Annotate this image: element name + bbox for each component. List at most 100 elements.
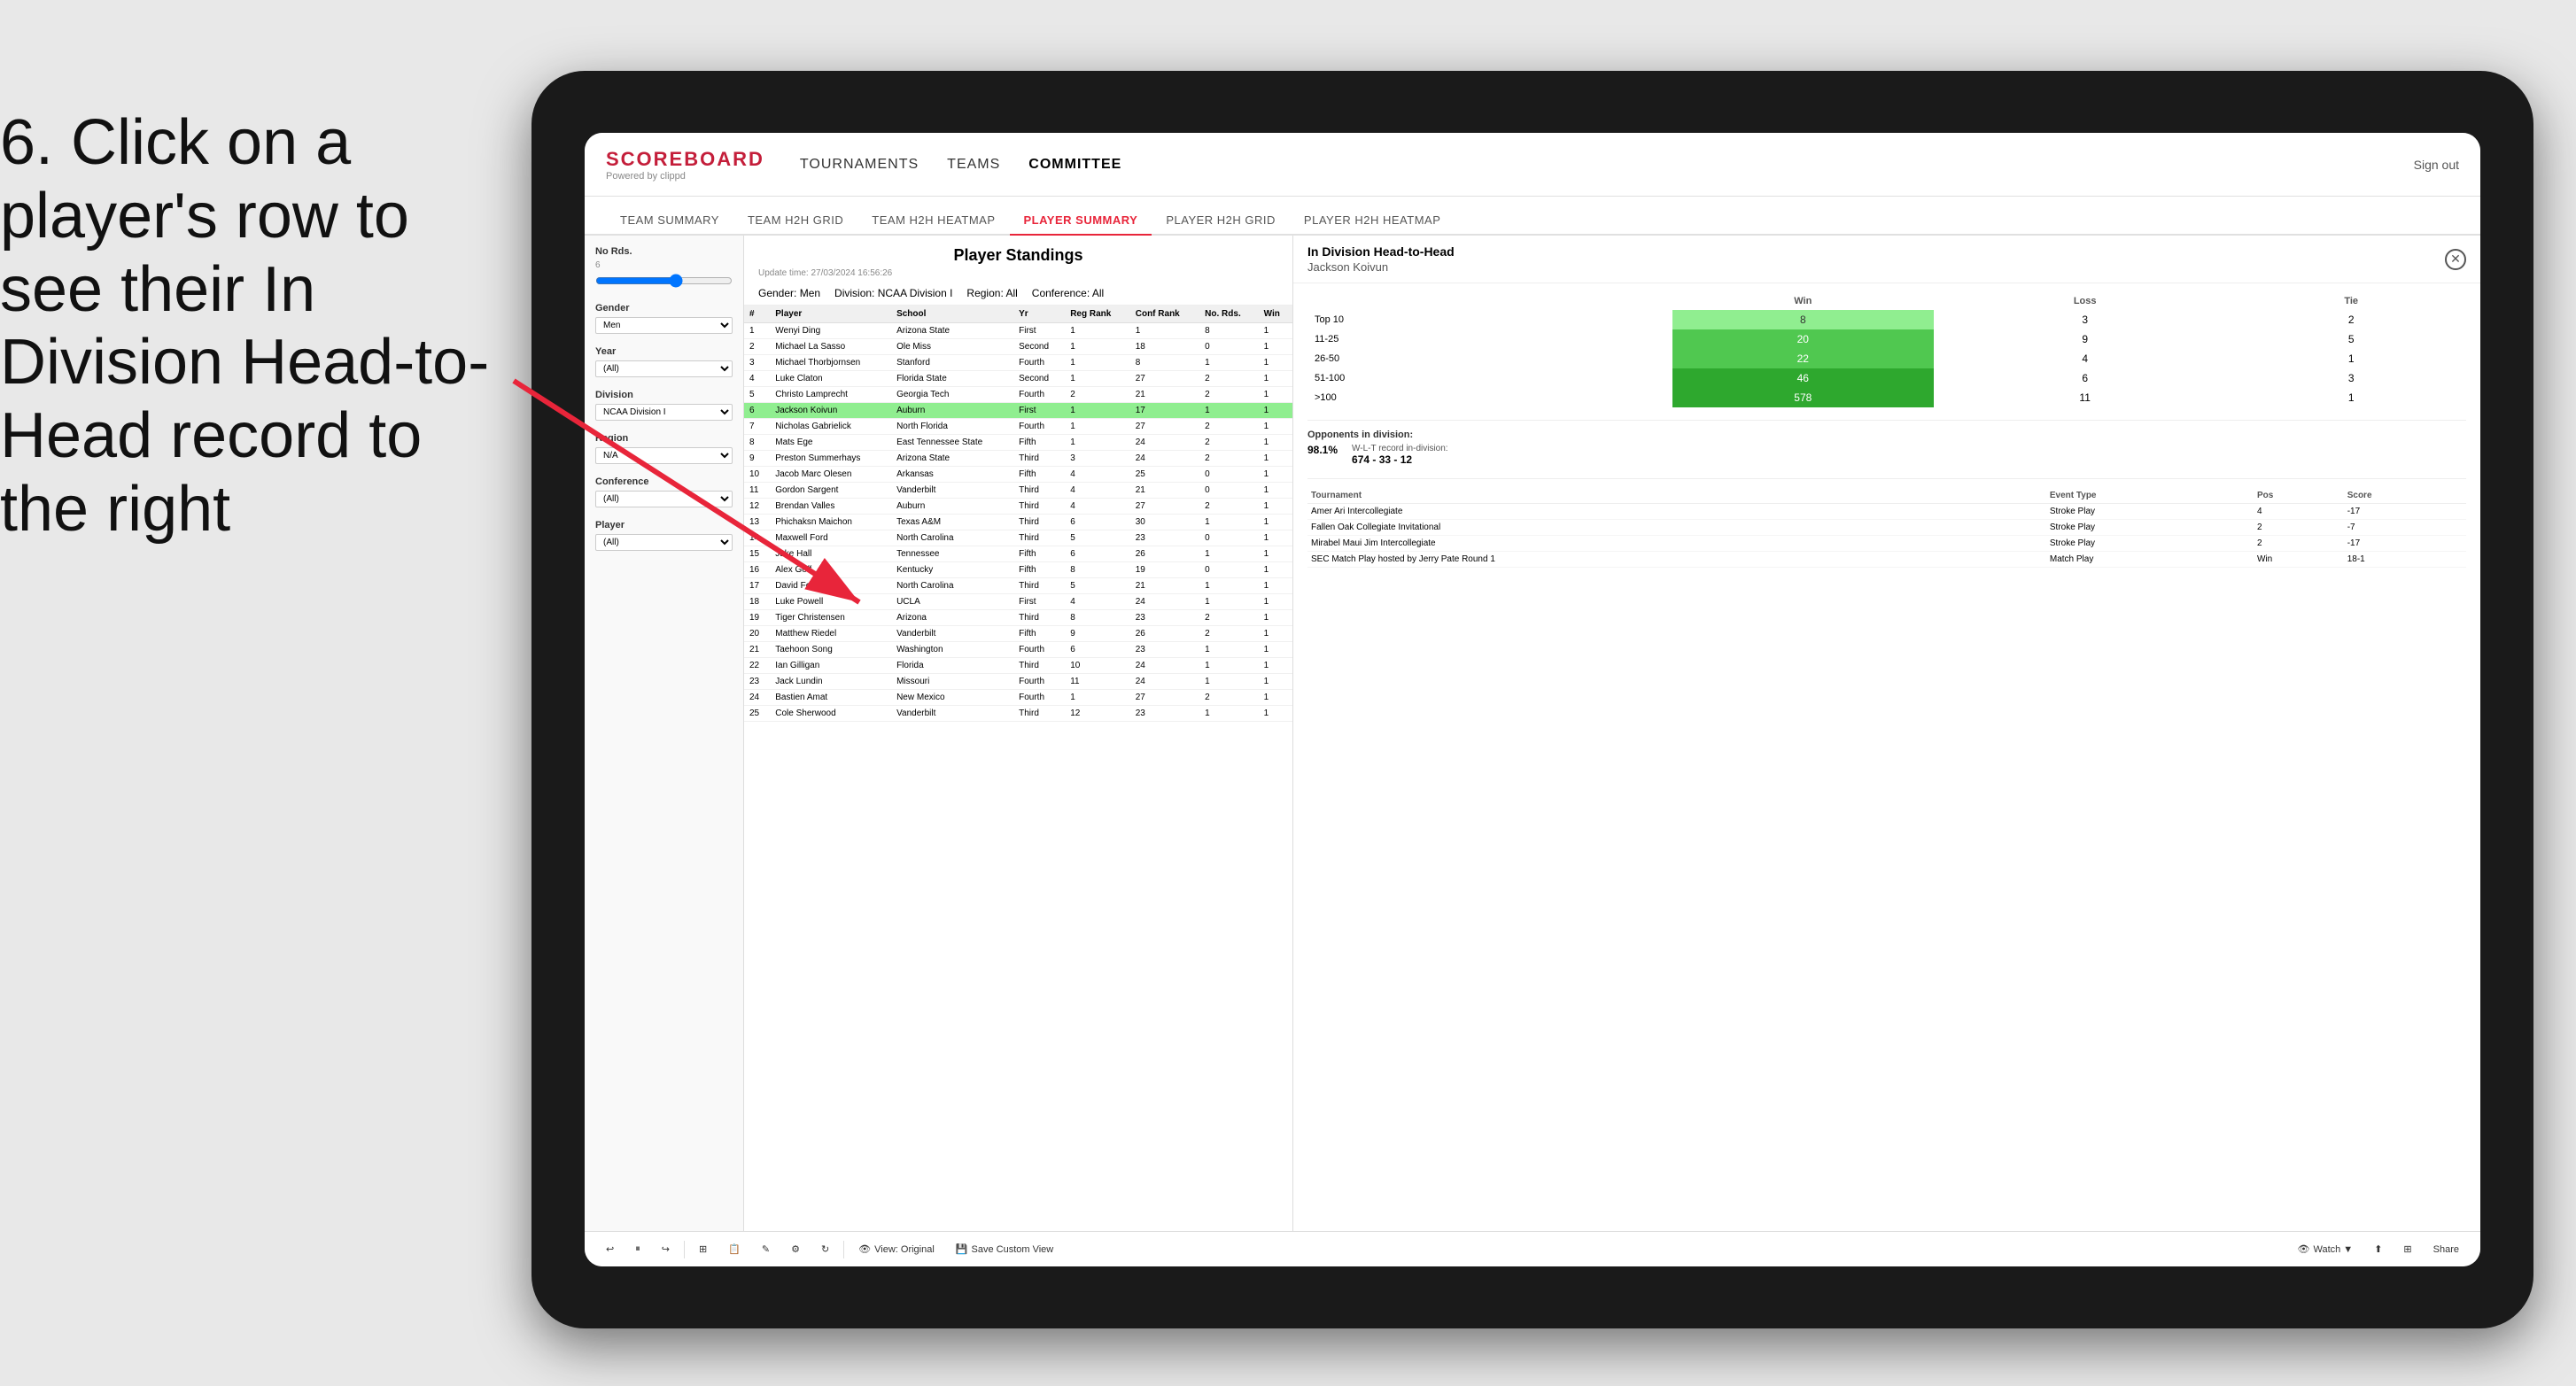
tour-score: -17 xyxy=(2344,536,2466,552)
cell-player: Maxwell Ford xyxy=(770,530,891,546)
cell-conf: 23 xyxy=(1130,706,1199,722)
year-label: Year xyxy=(595,346,733,357)
table-row[interactable]: 8 Mats Ege East Tennessee State Fifth 1 … xyxy=(744,435,1292,451)
sub-nav-player-h2h-grid[interactable]: PLAYER H2H GRID xyxy=(1152,206,1290,236)
view-original[interactable]: 👁 View: Original xyxy=(851,1241,942,1258)
cell-player: Jacob Marc Olesen xyxy=(770,467,891,483)
tablet-device: SCOREBOARD Powered by clippd TOURNAMENTS… xyxy=(531,71,2533,1328)
nav-tournaments[interactable]: TOURNAMENTS xyxy=(800,153,919,176)
table-row[interactable]: 12 Brendan Valles Auburn Third 4 27 2 1 xyxy=(744,499,1292,515)
cell-player: Brendan Valles xyxy=(770,499,891,515)
grid-button[interactable]: ⊞ xyxy=(2396,1241,2418,1258)
filter-group-region: Region N/A xyxy=(595,433,733,464)
filter-bar: Gender: Men Division: NCAA Division I Re… xyxy=(744,282,1292,306)
table-row[interactable]: 25 Cole Sherwood Vanderbilt Third 12 23 … xyxy=(744,706,1292,722)
table-row[interactable]: 22 Ian Gilligan Florida Third 10 24 1 1 xyxy=(744,658,1292,674)
cell-rds: 1 xyxy=(1199,546,1259,562)
main-content: No Rds. 6 Gender Men Year (All) xyxy=(585,236,2480,1231)
sub-nav-team-h2h-heatmap[interactable]: TEAM H2H HEATMAP xyxy=(857,206,1009,236)
table-row[interactable]: 5 Christo Lamprecht Georgia Tech Fourth … xyxy=(744,387,1292,403)
cell-rds: 2 xyxy=(1199,499,1259,515)
standings-table: # Player School Yr Reg Rank Conf Rank No… xyxy=(744,306,1292,1231)
tournament-table: Tournament Event Type Pos Score Amer Ari… xyxy=(1293,483,2480,1231)
sub-nav-player-h2h-heatmap[interactable]: PLAYER H2H HEATMAP xyxy=(1290,206,1455,236)
table-row[interactable]: 7 Nicholas Gabrielick North Florida Four… xyxy=(744,419,1292,435)
no-rds-slider[interactable] xyxy=(595,274,733,288)
table-row[interactable]: 2 Michael La Sasso Ole Miss Second 1 18 … xyxy=(744,339,1292,355)
cell-win: 1 xyxy=(1259,435,1292,451)
table-row[interactable]: 14 Maxwell Ford North Carolina Third 5 2… xyxy=(744,530,1292,546)
cell-win: 1 xyxy=(1259,690,1292,706)
conference-select[interactable]: (All) xyxy=(595,491,733,507)
table-row[interactable]: 11 Gordon Sargent Vanderbilt Third 4 21 … xyxy=(744,483,1292,499)
nav-teams[interactable]: TEAMS xyxy=(947,153,1000,176)
cell-rds: 2 xyxy=(1199,371,1259,387)
gender-label: Gender xyxy=(595,303,733,314)
table-row[interactable]: 6 Jackson Koivun Auburn First 1 17 1 1 xyxy=(744,403,1292,419)
table-row[interactable]: 19 Tiger Christensen Arizona Third 8 23 … xyxy=(744,610,1292,626)
table-row[interactable]: 9 Preston Summerhays Arizona State Third… xyxy=(744,451,1292,467)
cell-rds: 1 xyxy=(1199,403,1259,419)
year-select[interactable]: (All) xyxy=(595,360,733,377)
cell-win: 1 xyxy=(1259,323,1292,339)
cell-num: 10 xyxy=(744,467,770,483)
table-row[interactable]: 13 Phichaksn Maichon Texas A&M Third 6 3… xyxy=(744,515,1292,530)
cell-rds: 0 xyxy=(1199,483,1259,499)
table-row[interactable]: 15 Jake Hall Tennessee Fifth 6 26 1 1 xyxy=(744,546,1292,562)
table-row[interactable]: 24 Bastien Amat New Mexico Fourth 1 27 2… xyxy=(744,690,1292,706)
table-row[interactable]: 23 Jack Lundin Missouri Fourth 11 24 1 1 xyxy=(744,674,1292,690)
toolbar-sep1 xyxy=(684,1241,685,1258)
division-select[interactable]: NCAA Division I xyxy=(595,404,733,421)
table-row[interactable]: 20 Matthew Riedel Vanderbilt Fifth 9 26 … xyxy=(744,626,1292,642)
cell-reg: 6 xyxy=(1065,642,1130,658)
conference-label: Conference xyxy=(595,476,733,487)
sign-out-link[interactable]: Sign out xyxy=(2414,158,2459,172)
redo-button[interactable]: ↪ xyxy=(655,1241,677,1258)
save-custom-view[interactable]: 💾 Save Custom View xyxy=(949,1241,1060,1258)
cell-reg: 4 xyxy=(1065,483,1130,499)
cell-rds: 1 xyxy=(1199,355,1259,371)
cell-player: Bastien Amat xyxy=(770,690,891,706)
table-row[interactable]: 10 Jacob Marc Olesen Arkansas Fifth 4 25… xyxy=(744,467,1292,483)
settings-button[interactable]: ⚙ xyxy=(784,1241,807,1258)
table-row[interactable]: 21 Taehoon Song Washington Fourth 6 23 1… xyxy=(744,642,1292,658)
cell-player: Michael Thorbjornsen xyxy=(770,355,891,371)
cell-num: 22 xyxy=(744,658,770,674)
sub-nav-player-summary[interactable]: PLAYER SUMMARY xyxy=(1010,206,1152,236)
nav-committee[interactable]: COMMITTEE xyxy=(1028,153,1121,176)
watch-button[interactable]: 👁 Watch ▼ xyxy=(2291,1241,2361,1258)
table-row[interactable]: 17 David Ford North Carolina Third 5 21 … xyxy=(744,578,1292,594)
cell-reg: 10 xyxy=(1065,658,1130,674)
h2h-header: In Division Head-to-Head Jackson Koivun … xyxy=(1293,236,2480,283)
cell-reg: 1 xyxy=(1065,435,1130,451)
share-button[interactable]: Share xyxy=(2426,1242,2466,1258)
pause-button[interactable]: ⏸ xyxy=(628,1241,648,1258)
table-row[interactable]: 4 Luke Claton Florida State Second 1 27 … xyxy=(744,371,1292,387)
undo-button[interactable]: ↩ xyxy=(599,1241,621,1258)
close-h2h-button[interactable]: ✕ xyxy=(2445,249,2466,270)
sub-nav-team-h2h-grid[interactable]: TEAM H2H GRID xyxy=(733,206,857,236)
cell-yr: Fourth xyxy=(1013,355,1065,371)
format-button[interactable]: ✎ xyxy=(755,1241,777,1258)
refresh-button[interactable]: ↻ xyxy=(814,1241,836,1258)
copy-button[interactable]: ⊞ xyxy=(692,1241,714,1258)
export-button[interactable]: ⬆ xyxy=(2367,1241,2389,1258)
table-row[interactable]: 1 Wenyi Ding Arizona State First 1 1 8 1 xyxy=(744,323,1292,339)
player-select[interactable]: (All) xyxy=(595,534,733,551)
cell-num: 17 xyxy=(744,578,770,594)
cell-reg: 1 xyxy=(1065,323,1130,339)
h2h-table: Win Loss Tie Top 10 8 3 2 11-25 20 9 5 2… xyxy=(1293,283,2480,416)
table-row[interactable]: 16 Alex Goff Kentucky Fifth 8 19 0 1 xyxy=(744,562,1292,578)
cell-yr: Fifth xyxy=(1013,467,1065,483)
region-select[interactable]: N/A xyxy=(595,447,733,464)
no-rds-value: 6 xyxy=(595,260,733,270)
nav-links: TOURNAMENTS TEAMS COMMITTEE xyxy=(800,153,2414,176)
sub-nav-team-summary[interactable]: TEAM SUMMARY xyxy=(606,206,733,236)
table-row[interactable]: 3 Michael Thorbjornsen Stanford Fourth 1… xyxy=(744,355,1292,371)
table-row[interactable]: 18 Luke Powell UCLA First 4 24 1 1 xyxy=(744,594,1292,610)
cell-num: 19 xyxy=(744,610,770,626)
cell-reg: 5 xyxy=(1065,530,1130,546)
clipboard-button[interactable]: 📋 xyxy=(721,1241,748,1258)
gender-select[interactable]: Men xyxy=(595,317,733,334)
cell-win: 1 xyxy=(1259,642,1292,658)
